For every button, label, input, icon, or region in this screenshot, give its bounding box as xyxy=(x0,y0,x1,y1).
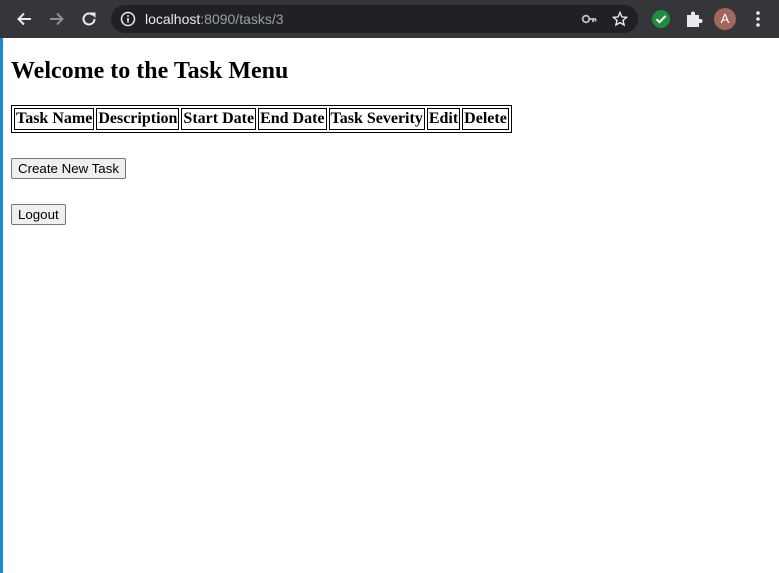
page-title: Welcome to the Task Menu xyxy=(11,58,289,84)
task-table: Task Name Description Start Date End Dat… xyxy=(11,105,512,133)
column-header-delete: Delete xyxy=(462,108,509,130)
column-header-description: Description xyxy=(96,108,180,130)
key-icon[interactable] xyxy=(581,11,597,27)
page-content: Welcome to the Task Menu Task Name Descr… xyxy=(3,38,779,573)
reload-icon[interactable] xyxy=(76,6,102,32)
browser-toolbar: localhost:8090/tasks/3 A xyxy=(0,0,779,38)
forward-icon[interactable] xyxy=(44,6,70,32)
column-header-task-severity: Task Severity xyxy=(328,108,425,130)
table-header-row: Task Name Description Start Date End Dat… xyxy=(14,108,509,130)
star-icon[interactable] xyxy=(612,11,628,27)
url-host: localhost xyxy=(145,11,201,27)
extension-check-icon[interactable] xyxy=(650,8,672,30)
logout-button[interactable]: Logout xyxy=(11,204,66,225)
column-header-task-name: Task Name xyxy=(14,108,95,130)
puzzle-icon[interactable] xyxy=(682,8,704,30)
create-new-task-button[interactable]: Create New Task xyxy=(11,158,126,179)
column-header-end-date: End Date xyxy=(258,108,327,130)
column-header-edit: Edit xyxy=(426,108,461,130)
url-text[interactable]: localhost:8090/tasks/3 xyxy=(145,5,284,33)
address-bar[interactable]: localhost:8090/tasks/3 xyxy=(111,5,638,33)
column-header-start-date: Start Date xyxy=(181,108,257,130)
site-info-icon[interactable] xyxy=(120,11,136,27)
menu-icon[interactable] xyxy=(747,8,769,30)
profile-avatar[interactable]: A xyxy=(714,8,736,30)
url-path: :8090/tasks/3 xyxy=(200,11,284,27)
back-icon[interactable] xyxy=(11,6,37,32)
